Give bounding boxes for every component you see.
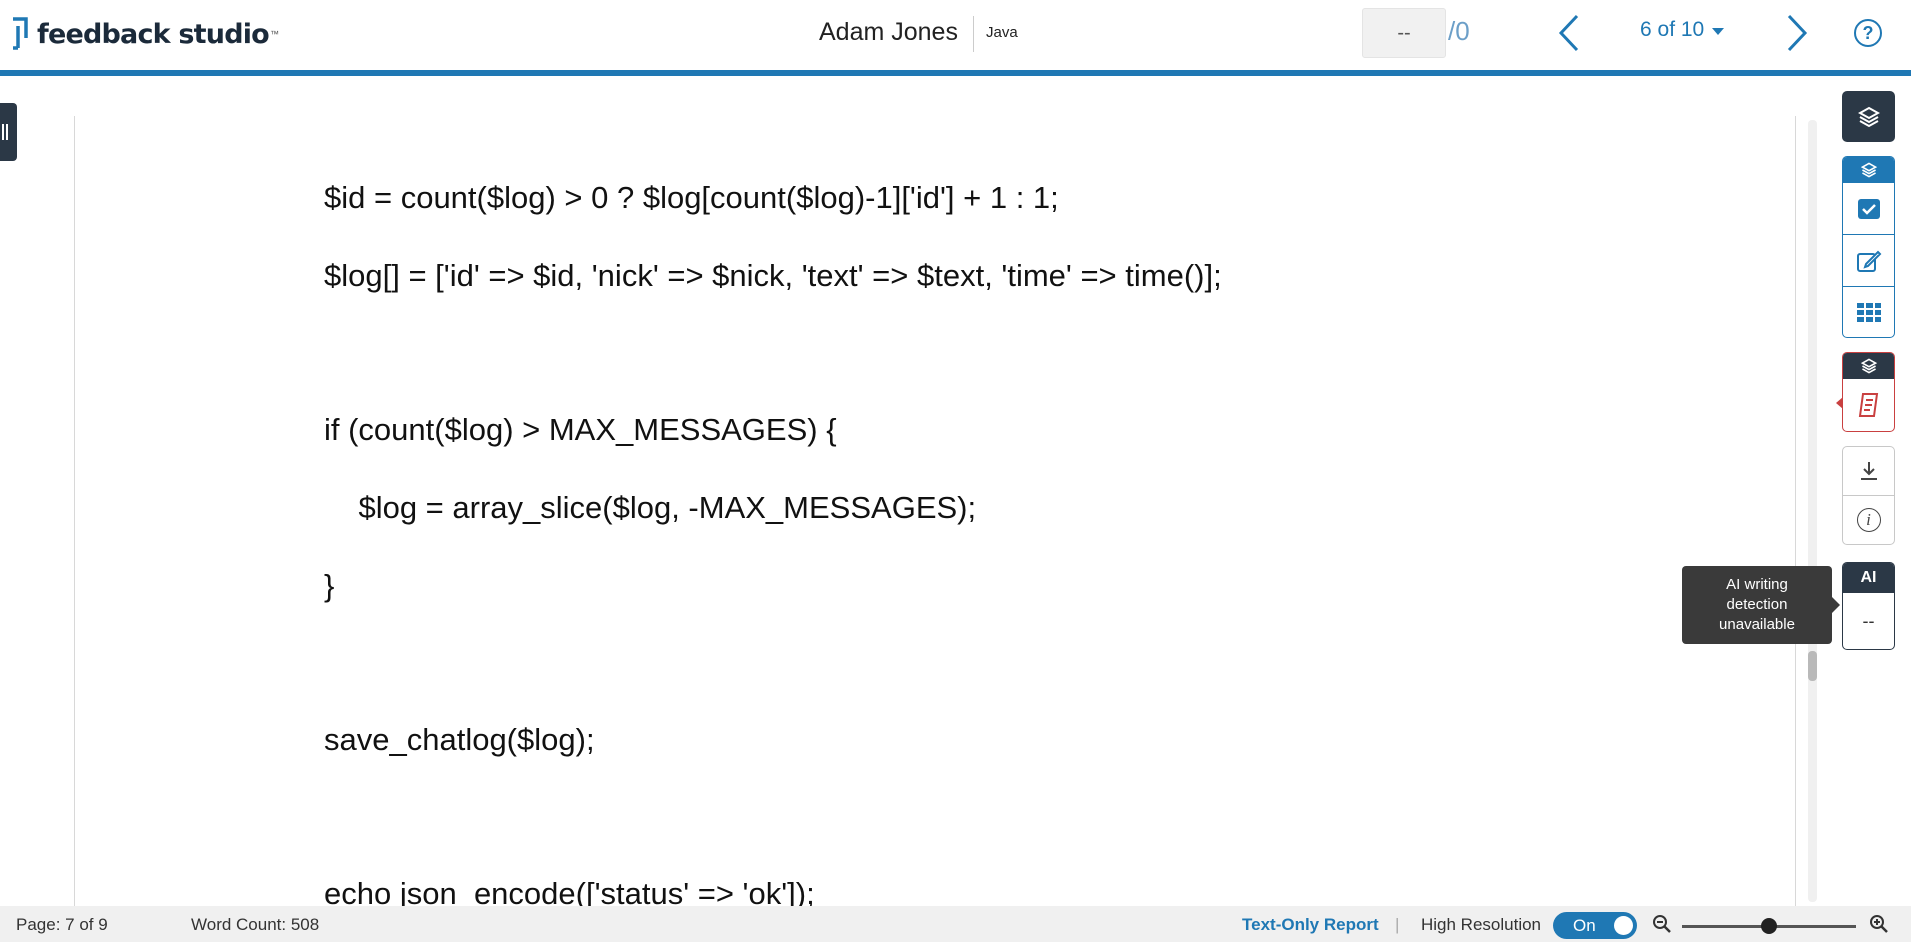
toggle-knob <box>1614 916 1633 935</box>
document-page: $id = count($log) > 0 ? $log[count($log)… <box>74 116 1796 906</box>
logo-icon <box>13 17 28 50</box>
header-accent-bar <box>0 70 1911 76</box>
ai-detection-group[interactable]: AI -- <box>1842 562 1895 650</box>
ai-label: AI <box>1843 563 1894 593</box>
similarity-layer-header[interactable] <box>1843 353 1894 379</box>
code-line: $log[] = ['id' => $id, 'nick' => $nick, … <box>324 258 1222 293</box>
code-line: $log = array_slice($log, -MAX_MESSAGES); <box>324 490 977 525</box>
status-bar: Page: 7 of 9 Word Count: 508 Text-Only R… <box>0 906 1911 942</box>
toggle-state: On <box>1573 916 1596 935</box>
next-paper-icon[interactable] <box>1776 10 1816 56</box>
paper-selector[interactable]: 6 of 10 <box>1640 18 1725 42</box>
footer-separator: | <box>1395 915 1400 934</box>
check-icon <box>1857 198 1880 219</box>
similarity-group <box>1842 352 1895 432</box>
similarity-report-button[interactable] <box>1843 379 1894 430</box>
course-name: Java <box>986 24 1018 41</box>
paper-position: 6 of 10 <box>1640 18 1705 41</box>
active-indicator-icon <box>1836 397 1843 409</box>
high-resolution-label: High Resolution <box>1421 915 1542 934</box>
download-button[interactable] <box>1842 446 1895 496</box>
top-header: feedback studio ™ Adam Jones Java -- /0 6… <box>0 0 1911 70</box>
code-line: } <box>324 568 335 603</box>
edit-icon <box>1856 250 1881 272</box>
text-only-report-link[interactable]: Text-Only Report <box>1242 915 1379 935</box>
page-indicator: Page: 7 of 9 <box>16 915 108 934</box>
layers-icon <box>1860 358 1877 374</box>
feedback-edit-button[interactable] <box>1843 234 1894 286</box>
info-icon: i <box>1856 508 1881 532</box>
zoom-in-icon[interactable] <box>1869 914 1889 934</box>
grading-tools-group <box>1842 156 1895 338</box>
zoom-out-icon[interactable] <box>1652 914 1672 934</box>
layers-button[interactable] <box>1842 91 1895 142</box>
code-line: $id = count($log) > 0 ? $log[count($log)… <box>324 180 1059 215</box>
grading-layer-header[interactable] <box>1843 157 1894 183</box>
code-line: if (count($log) > MAX_MESSAGES) { <box>324 412 837 447</box>
layers-icon <box>1860 162 1877 178</box>
grade-total: /0 <box>1448 16 1470 46</box>
grade-input[interactable]: -- <box>1362 8 1446 58</box>
code-line: save_chatlog($log); <box>324 722 595 757</box>
tooltip-text: AI writing detection unavailable <box>1719 576 1795 633</box>
similarity-report-icon <box>1858 392 1878 417</box>
scrollbar-thumb[interactable] <box>1808 651 1817 681</box>
logo-text: feedback studio <box>37 18 270 50</box>
logo-trademark: ™ <box>269 29 279 39</box>
ai-score: -- <box>1862 610 1875 631</box>
layers-icon <box>1857 106 1880 127</box>
code-line: echo json_encode(['status' => 'ok']); <box>324 876 815 906</box>
previous-paper-icon[interactable] <box>1550 10 1590 56</box>
word-count: Word Count: 508 <box>191 915 320 934</box>
feedback-studio-logo: feedback studio ™ <box>9 14 279 54</box>
zoom-slider-handle[interactable] <box>1761 918 1777 934</box>
header-divider <box>973 16 974 52</box>
rubric-grid-button[interactable] <box>1843 286 1894 337</box>
side-panel-toggle[interactable] <box>0 103 17 161</box>
document-scrollbar[interactable] <box>1808 120 1817 902</box>
chevron-down-icon <box>1712 28 1725 35</box>
grid-icon <box>1856 302 1881 322</box>
high-resolution-toggle[interactable]: On <box>1553 912 1637 939</box>
download-icon <box>1860 462 1877 480</box>
grip-icon <box>2 124 4 140</box>
help-icon[interactable]: ? <box>1854 19 1882 47</box>
rubric-check-button[interactable] <box>1843 183 1894 234</box>
submission-info-button[interactable]: i <box>1842 495 1895 545</box>
ai-detection-tooltip: AI writing detection unavailable <box>1682 566 1840 644</box>
student-name: Adam Jones <box>819 18 958 46</box>
